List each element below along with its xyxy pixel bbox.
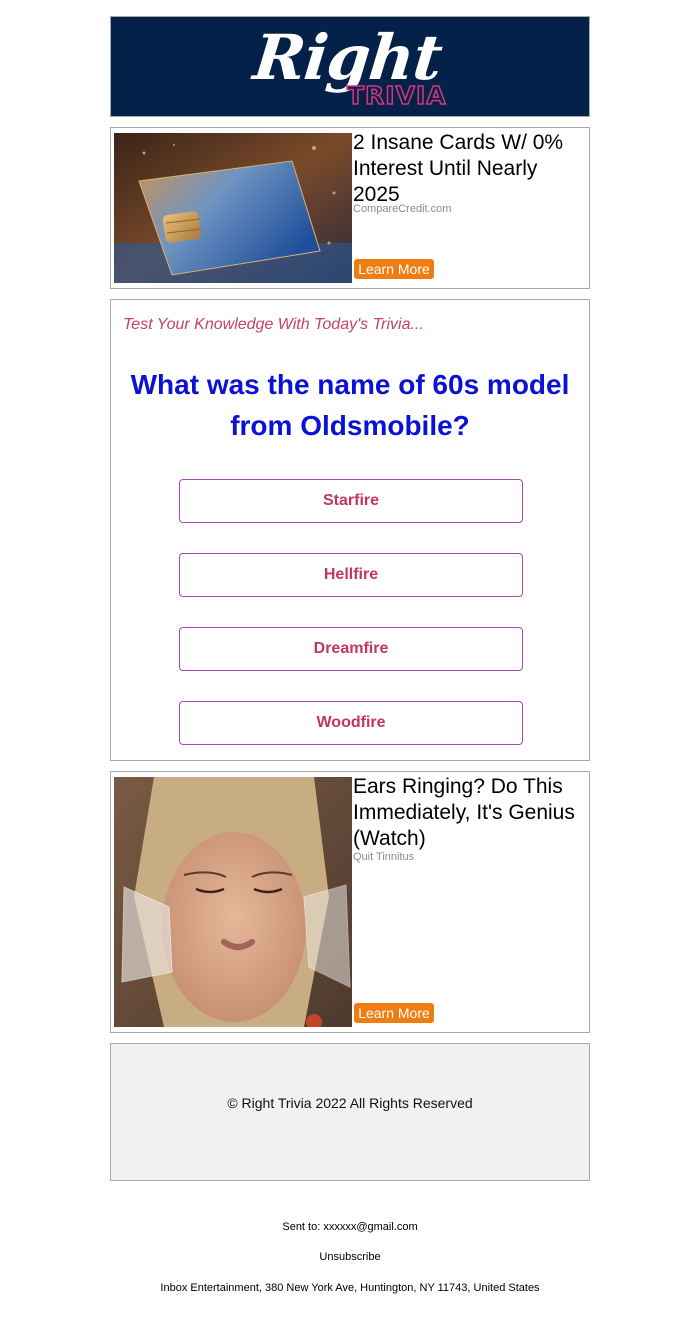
learn-more-button[interactable]: Learn More — [354, 259, 434, 279]
right-trivia-logo[interactable]: Right TRIVIA — [111, 17, 589, 116]
answer-button-woodfire[interactable]: Woodfire — [179, 701, 523, 745]
learn-more-button[interactable]: Learn More — [354, 1003, 434, 1023]
credit-card-photo[interactable] — [114, 133, 352, 283]
ad-card-2[interactable]: Ears Ringing? Do This Immediately, It's … — [110, 771, 590, 1033]
header-banner: Right TRIVIA — [110, 16, 590, 117]
trivia-tagline: Test Your Knowledge With Today's Trivia.… — [123, 316, 424, 333]
copyright-text: © Right Trivia 2022 All Rights Reserved — [227, 1095, 473, 1111]
ad-source: CompareCredit.com — [353, 203, 452, 215]
ad-source: Quit Tinnitus — [353, 851, 415, 863]
trivia-section: Test Your Knowledge With Today's Trivia.… — [110, 299, 590, 761]
ad-headline[interactable]: 2 Insane Cards W/ 0% Interest Until Near… — [353, 130, 587, 208]
answer-button-starfire[interactable]: Starfire — [179, 479, 523, 523]
trivia-question: What was the name of 60s model from Olds… — [130, 369, 570, 441]
footer-box: © Right Trivia 2022 All Rights Reserved — [110, 1043, 590, 1181]
answer-button-dreamfire[interactable]: Dreamfire — [179, 627, 523, 671]
ad-card-1[interactable]: 2 Insane Cards W/ 0% Interest Until Near… — [110, 127, 590, 289]
woman-with-cups-on-ears-photo[interactable] — [114, 777, 352, 1027]
ad-headline[interactable]: Ears Ringing? Do This Immediately, It's … — [353, 774, 587, 852]
unsubscribe-link[interactable]: Unsubscribe — [0, 1251, 700, 1263]
sent-to-text: Sent to: xxxxxx@gmail.com — [282, 1221, 418, 1233]
answer-button-hellfire[interactable]: Hellfire — [179, 553, 523, 597]
logo-sub-text: TRIVIA — [346, 80, 447, 111]
mailing-address: Inbox Entertainment, 380 New York Ave, H… — [160, 1282, 540, 1294]
